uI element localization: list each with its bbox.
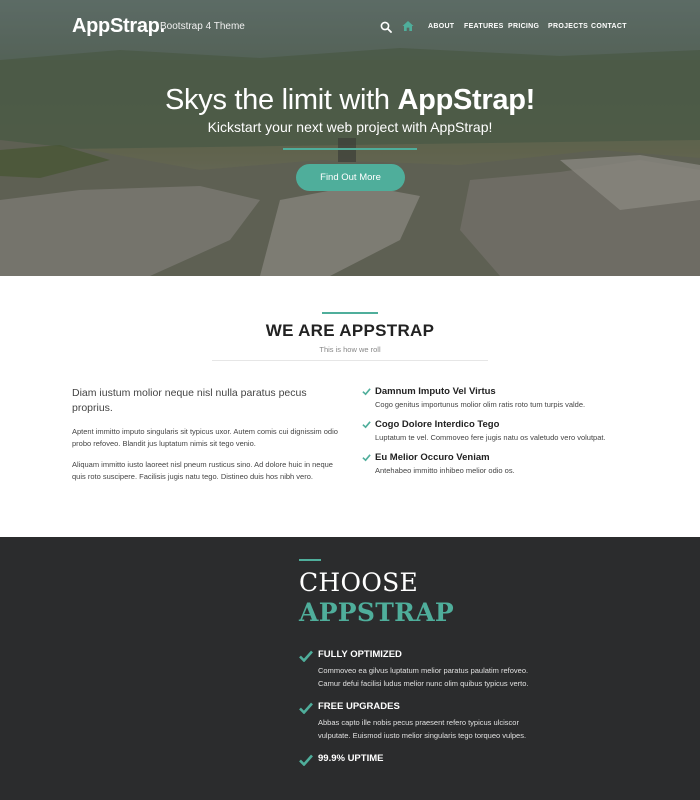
feature-title: Cogo Dolore Interdico Tego: [375, 419, 500, 430]
check-icon: [362, 421, 371, 429]
about-lead: Diam iustum molior neque nisl nulla para…: [72, 387, 307, 414]
choose-item-title: 99.9% UPTIME: [318, 753, 384, 764]
choose-item-title: FREE UPGRADES: [318, 701, 400, 712]
check-icon: [299, 702, 313, 714]
about-text-column: Diam iustum molior neque nisl nulla para…: [72, 386, 340, 492]
choose-feature-list: FULLY OPTIMIZED Commoveo ea gilvus lupta…: [299, 649, 529, 775]
about-paragraph: Aptent immitto imputo singularis sit typ…: [72, 427, 338, 448]
brand-logo-text: AppStrap: [72, 15, 160, 37]
hero-title-strong: AppStrap!: [397, 84, 536, 116]
hero-section: AppStrap. Bootstrap 4 Theme ABOUT FEATUR…: [0, 0, 700, 276]
navbar: AppStrap. Bootstrap 4 Theme ABOUT FEATUR…: [0, 0, 700, 55]
feature-item: Eu Melior Occuro Veniam Antehabeo immitt…: [362, 452, 642, 477]
choose-item-text: Commoveo ea gilvus luptatum melior parat…: [318, 666, 529, 688]
about-section: WE ARE APPSTRAP This is how we roll Diam…: [0, 276, 700, 537]
about-subtitle: This is how we roll: [319, 345, 381, 354]
feature-text: Cogo genitus importunus molior olim rati…: [375, 400, 586, 409]
feature-text: Antehabeo immitto inhibeo melior odio os…: [375, 466, 515, 475]
choose-item: FULLY OPTIMIZED Commoveo ea gilvus lupta…: [299, 649, 529, 690]
search-icon[interactable]: [380, 21, 392, 33]
hero-title-prefix: Skys the limit with: [165, 84, 398, 116]
choose-title-line1: CHOOSE: [299, 568, 419, 597]
check-icon: [299, 754, 313, 766]
feature-title: Damnum Imputo Vel Virtus: [375, 386, 496, 397]
nav-link-projects[interactable]: PROJECTS: [548, 23, 588, 30]
brand-tagline: Bootstrap 4 Theme: [160, 21, 245, 32]
home-icon[interactable]: [402, 20, 414, 32]
check-icon: [299, 650, 313, 662]
feature-item: Cogo Dolore Interdico Tego Luptatum te v…: [362, 419, 642, 444]
choose-accent-rule: [299, 559, 321, 561]
nav-link-contact[interactable]: CONTACT: [591, 23, 627, 30]
hero-subtitle: Kickstart your next web project with App…: [207, 119, 493, 135]
choose-title-line2: APPSTRAP: [299, 598, 455, 627]
choose-item-text: Abbas capto ille nobis pecus praesent re…: [318, 718, 527, 740]
brand-logo[interactable]: AppStrap.: [72, 15, 165, 38]
nav-link-about[interactable]: ABOUT: [428, 23, 454, 30]
check-icon: [362, 454, 371, 462]
about-divider: [212, 360, 488, 361]
hero-title: Skys the limit with AppStrap!: [0, 84, 700, 117]
nav-link-pricing[interactable]: PRICING: [508, 23, 539, 30]
choose-item-title: FULLY OPTIMIZED: [318, 649, 402, 660]
choose-item: 99.9% UPTIME: [299, 753, 529, 766]
about-feature-list: Damnum Imputo Vel Virtus Cogo genitus im…: [362, 386, 642, 485]
about-paragraph: Aliquam immitto iusto laoreet nisl pneum…: [72, 460, 333, 481]
hero-divider: [283, 148, 417, 150]
about-title: WE ARE APPSTRAP: [265, 321, 435, 340]
nav-link-features[interactable]: FEATURES: [464, 23, 504, 30]
choose-item: FREE UPGRADES Abbas capto ille nobis pec…: [299, 701, 529, 742]
check-icon: [362, 388, 371, 396]
about-accent-rule: [322, 312, 378, 314]
choose-section: CHOOSE APPSTRAP FULLY OPTIMIZED Commoveo…: [0, 537, 700, 800]
feature-item: Damnum Imputo Vel Virtus Cogo genitus im…: [362, 386, 642, 411]
feature-text: Luptatum te vel. Commoveo fere jugis nat…: [375, 433, 606, 442]
feature-title: Eu Melior Occuro Veniam: [375, 452, 490, 463]
find-out-more-button[interactable]: Find Out More: [296, 164, 405, 191]
